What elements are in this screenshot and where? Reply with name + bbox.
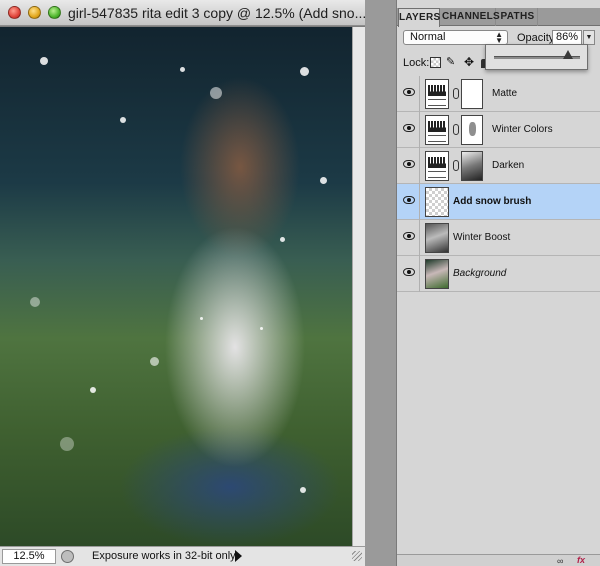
snow-particle [40, 57, 48, 65]
layer-row-darken[interactable]: Darken [397, 148, 600, 184]
lock-position-icon[interactable]: ✥ [464, 55, 475, 69]
snow-particle [200, 317, 203, 320]
layer-row-winter-colors[interactable]: Winter Colors [397, 112, 600, 148]
layer-row-background[interactable]: Background [397, 256, 600, 292]
snow-particle [280, 237, 285, 242]
layers-panel: LAYERS CHANNELS PATHS Normal ▲ ▼ Opacity:… [396, 0, 600, 566]
snow-particle [30, 297, 40, 307]
layer-name: Add snow brush [453, 196, 532, 207]
layers-list: Matte Winter Colors Darken Add snow brus… [397, 76, 600, 292]
layer-thumbnail[interactable] [425, 259, 449, 289]
divider [419, 256, 420, 292]
layer-thumbnail[interactable] [425, 187, 449, 217]
layer-thumbnail[interactable] [425, 223, 449, 253]
eye-icon[interactable] [403, 268, 415, 276]
snow-particle [300, 67, 309, 76]
layer-mask-thumbnail[interactable] [461, 115, 483, 145]
blend-mode-select[interactable]: Normal ▲ ▼ [403, 30, 508, 45]
zoom-icon[interactable] [48, 6, 61, 19]
snow-particle [210, 87, 222, 99]
snow-particle [300, 487, 306, 493]
opacity-dropdown-icon[interactable]: ▼ [583, 30, 595, 45]
link-icon[interactable] [453, 160, 459, 171]
snow-particle [120, 117, 126, 123]
eye-icon[interactable] [403, 124, 415, 132]
eye-icon[interactable] [403, 232, 415, 240]
layer-row-add-snow-brush[interactable]: Add snow brush [397, 184, 600, 220]
snow-particle [60, 437, 74, 451]
levels-adjustment-icon [425, 151, 449, 181]
lock-pixels-icon[interactable]: ✎ [446, 55, 457, 68]
eye-icon[interactable] [403, 88, 415, 96]
snow-particle [260, 327, 263, 330]
divider [419, 148, 420, 184]
levels-adjustment-icon [425, 79, 449, 109]
status-bar: 12.5% Exposure works in 32-bit only [0, 546, 365, 566]
layer-name: Winter Boost [453, 232, 511, 243]
fx-icon[interactable]: fx [577, 555, 585, 565]
document-window: girl-547835 rita edit 3 copy @ 12.5% (Ad… [0, 0, 367, 566]
lock-transparency-icon[interactable] [430, 57, 441, 68]
snow-particle [150, 357, 159, 366]
panel-footer: ∞ fx [397, 554, 600, 566]
minimize-icon[interactable] [28, 6, 41, 19]
layer-row-matte[interactable]: Matte [397, 76, 600, 112]
lock-label: Lock: [403, 57, 430, 69]
snow-particle [90, 387, 96, 393]
photoshop-workspace: girl-547835 rita edit 3 copy @ 12.5% (Ad… [0, 0, 600, 566]
link-layers-icon[interactable]: ∞ [557, 556, 563, 566]
layer-name: Darken [492, 160, 525, 171]
status-info-icon[interactable] [61, 550, 74, 563]
snow-particle [180, 67, 185, 72]
layer-name: Matte [492, 88, 518, 99]
levels-adjustment-icon [425, 115, 449, 145]
vertical-scrollbar[interactable] [352, 27, 365, 546]
status-message: Exposure works in 32-bit only [92, 550, 236, 562]
image-canvas[interactable] [0, 27, 352, 546]
opacity-field[interactable]: 86% [552, 30, 582, 45]
zoom-level-field[interactable]: 12.5% [2, 549, 56, 564]
close-icon[interactable] [8, 6, 21, 19]
link-icon[interactable] [453, 124, 459, 135]
panel-tabs: LAYERS CHANNELS PATHS [397, 8, 600, 27]
opacity-slider-popup [485, 44, 588, 70]
eye-icon[interactable] [403, 160, 415, 168]
select-arrows-icon: ▲ ▼ [495, 30, 503, 45]
link-icon[interactable] [453, 88, 459, 99]
tab-paths[interactable]: PATHS [498, 8, 538, 26]
opacity-slider-thumb[interactable] [562, 50, 573, 59]
tab-channels[interactable]: CHANNELS [442, 8, 500, 26]
divider [419, 76, 420, 112]
layer-row-winter-boost[interactable]: Winter Boost [397, 220, 600, 256]
layer-name: Winter Colors [492, 124, 553, 135]
resize-grip-icon[interactable] [352, 551, 362, 561]
document-title: girl-547835 rita edit 3 copy @ 12.5% (Ad… [68, 5, 367, 21]
tab-layers[interactable]: LAYERS [398, 8, 440, 27]
document-title-bar[interactable]: girl-547835 rita edit 3 copy @ 12.5% (Ad… [0, 0, 367, 26]
divider [419, 112, 420, 148]
divider [419, 220, 420, 256]
blend-mode-value: Normal [410, 31, 446, 43]
eye-icon[interactable] [403, 196, 415, 204]
layer-mask-thumbnail[interactable] [461, 79, 483, 109]
snow-particle [320, 177, 327, 184]
layer-mask-thumbnail[interactable] [461, 151, 483, 181]
layer-name: Background [453, 268, 507, 279]
status-menu-arrow-icon[interactable] [235, 550, 242, 562]
divider [419, 184, 420, 220]
